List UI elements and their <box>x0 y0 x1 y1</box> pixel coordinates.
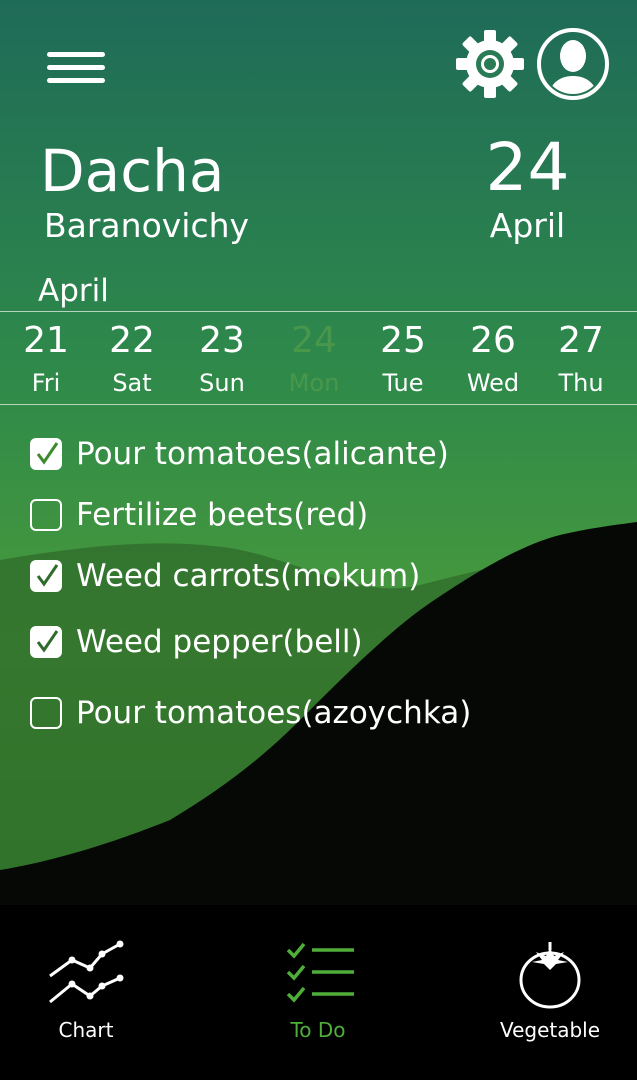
nav-chart[interactable]: Chart <box>6 940 166 1044</box>
task-label: Fertilize beets(red) <box>76 497 369 533</box>
calendar-month: April <box>38 273 109 309</box>
day-number: 21 <box>23 320 69 361</box>
current-day: 24 <box>485 129 570 206</box>
day-name: Fri <box>31 369 61 397</box>
day-number: 25 <box>380 320 426 361</box>
day-name: Mon <box>288 369 340 397</box>
menu-bar <box>47 52 105 57</box>
day-number: 24 <box>291 320 337 361</box>
task-label: Pour tomatoes(azoychka) <box>76 695 472 731</box>
day-cell-25[interactable]: 25 Tue <box>363 316 443 400</box>
task-checkbox[interactable] <box>30 499 62 531</box>
day-name: Wed <box>466 369 520 397</box>
checkmark-icon <box>36 442 59 465</box>
day-number: 22 <box>109 320 155 361</box>
task-item[interactable]: Weed pepper(bell) <box>30 616 363 668</box>
profile-button[interactable] <box>535 26 611 102</box>
task-item[interactable]: Pour tomatoes(alicante) <box>30 428 449 480</box>
task-checkbox[interactable] <box>30 560 62 592</box>
current-month: April <box>489 206 566 245</box>
location-city: Baranovichy <box>44 206 250 245</box>
day-name: Sat <box>112 369 152 397</box>
user-avatar-icon <box>537 28 609 100</box>
task-item[interactable]: Pour tomatoes(azoychka) <box>30 687 471 739</box>
task-checkbox[interactable] <box>30 438 62 470</box>
task-item[interactable]: Weed carrots(mokum) <box>30 550 420 602</box>
menu-bar <box>47 65 105 70</box>
task-label: Pour tomatoes(alicante) <box>76 436 449 472</box>
line-chart-icon <box>49 940 124 1004</box>
day-cell-26[interactable]: 26 Wed <box>453 316 533 400</box>
nav-label: To Do <box>290 1018 346 1042</box>
day-name: Thu <box>558 369 604 397</box>
nav-vegetable[interactable]: Vegetable <box>470 940 630 1044</box>
day-cell-27[interactable]: 27 Thu <box>541 316 621 400</box>
day-number: 23 <box>199 320 245 361</box>
menu-button[interactable] <box>44 48 108 88</box>
day-name: Sun <box>199 369 245 397</box>
day-cell-22[interactable]: 22 Sat <box>92 316 172 400</box>
task-checkbox[interactable] <box>30 697 62 729</box>
menu-bar <box>47 78 105 83</box>
task-label: Weed carrots(mokum) <box>76 558 421 594</box>
location-name: Dacha <box>40 137 225 205</box>
day-cell-24-selected[interactable]: 24 Mon <box>274 316 354 400</box>
day-number: 27 <box>558 320 604 361</box>
day-cell-21[interactable]: 21 Fri <box>6 316 86 400</box>
task-item[interactable]: Fertilize beets(red) <box>30 489 368 541</box>
checkmark-icon <box>36 630 59 653</box>
task-label: Weed pepper(bell) <box>76 624 363 660</box>
tomato-icon <box>519 942 581 1009</box>
settings-button[interactable] <box>452 26 528 102</box>
day-name: Tue <box>382 369 424 397</box>
checkmark-icon <box>36 564 59 587</box>
nav-label: Vegetable <box>499 1018 601 1042</box>
task-checkbox[interactable] <box>30 626 62 658</box>
day-number: 26 <box>470 320 516 361</box>
day-cell-23[interactable]: 23 Sun <box>182 316 262 400</box>
nav-todo[interactable]: To Do <box>238 940 398 1044</box>
calendar-divider-top <box>0 311 637 312</box>
nav-label: Chart <box>58 1018 114 1042</box>
checklist-icon <box>286 942 354 1003</box>
gear-icon <box>456 30 524 98</box>
calendar-divider-bottom <box>0 404 637 405</box>
